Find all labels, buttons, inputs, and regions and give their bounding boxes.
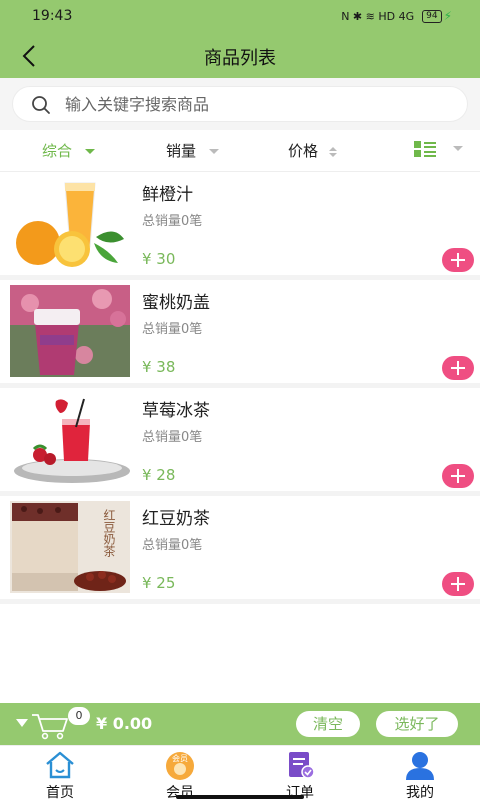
order-icon	[289, 752, 315, 779]
cart-bar: 0 ¥ 0.00 清空 选好了	[0, 703, 480, 745]
search-input[interactable]	[65, 87, 455, 121]
nav-bar: 商品列表	[0, 34, 480, 78]
product-image-orange-juice	[10, 177, 130, 269]
battery-icon: 94	[422, 9, 442, 23]
view-mode-toggle[interactable]	[414, 139, 463, 158]
sort-comprehensive-label: 综合	[42, 142, 73, 160]
caret-down-icon	[84, 149, 95, 154]
search-icon	[32, 96, 50, 114]
search-box[interactable]	[12, 86, 468, 122]
clear-cart-button[interactable]: 清空	[296, 711, 360, 737]
product-sales: 总销量0笔	[142, 430, 203, 445]
status-time: 19:43	[32, 8, 73, 24]
cart-total: ¥ 0.00	[96, 714, 153, 733]
status-icons: N ✱ ≋ HD 4G 94 ⚡	[341, 9, 452, 23]
product-item[interactable]: 草莓冰茶 总销量0笔 ¥ 28	[0, 388, 480, 496]
sort-updown-icon	[328, 146, 337, 157]
product-sales: 总销量0笔	[142, 214, 203, 229]
product-name: 蜜桃奶盖	[142, 293, 210, 313]
shopping-cart-icon[interactable]	[30, 709, 70, 741]
home-indicator	[176, 795, 304, 799]
product-item[interactable]: 鲜橙汁 总销量0笔 ¥ 30	[0, 172, 480, 280]
product-price: ¥ 25	[142, 574, 176, 592]
tab-home-label: 首页	[46, 785, 74, 800]
member-icon-text: 会员	[172, 754, 188, 763]
add-to-cart-button[interactable]	[442, 248, 474, 272]
sort-sales-label: 销量	[166, 142, 197, 160]
page-title: 商品列表	[204, 48, 276, 69]
search-area	[0, 78, 480, 130]
product-list: 鲜橙汁 总销量0笔 ¥ 30 蜜桃奶盖 总销量0笔 ¥ 38 草莓冰茶 总销量0…	[0, 172, 480, 604]
tab-profile-label: 我的	[406, 785, 434, 800]
add-to-cart-button[interactable]	[442, 572, 474, 596]
product-price: ¥ 30	[142, 250, 176, 268]
charging-icon: ⚡	[443, 9, 452, 23]
sort-bar: 综合 销量 价格	[0, 130, 480, 172]
product-price: ¥ 28	[142, 466, 176, 484]
product-name: 草莓冰茶	[142, 401, 210, 421]
status-bar: 19:43 N ✱ ≋ HD 4G 94 ⚡	[0, 0, 480, 34]
home-icon	[46, 751, 74, 779]
product-name: 红豆奶茶	[142, 509, 210, 529]
product-sales: 总销量0笔	[142, 322, 203, 337]
checkout-button[interactable]: 选好了	[376, 711, 458, 737]
tab-home[interactable]: 首页	[20, 750, 100, 800]
status-indicators: N ✱ ≋ HD 4G	[341, 9, 415, 23]
product-image-red-bean-milk-tea: 红豆奶茶	[10, 501, 130, 593]
caret-down-icon	[208, 149, 219, 154]
member-icon: 会员	[163, 750, 197, 780]
product-item[interactable]: 红豆奶茶 红豆奶茶 总销量0笔 ¥ 25	[0, 496, 480, 604]
product-item[interactable]: 蜜桃奶盖 总销量0笔 ¥ 38	[0, 280, 480, 388]
tab-member[interactable]: 会员 会员	[140, 750, 220, 800]
sort-price-label: 价格	[288, 142, 319, 160]
tab-orders[interactable]: 订单	[260, 750, 340, 800]
sort-comprehensive[interactable]: 综合	[42, 140, 95, 161]
cart-count-badge: 0	[68, 707, 90, 725]
add-to-cart-button[interactable]	[442, 464, 474, 488]
cart-expand-icon[interactable]	[16, 719, 28, 727]
add-to-cart-button[interactable]	[442, 356, 474, 380]
product-name: 鲜橙汁	[142, 185, 193, 205]
list-view-icon	[414, 140, 436, 157]
product-image-strawberry-iced-tea	[10, 393, 130, 485]
red-bean-caption: 红豆奶茶	[102, 509, 116, 557]
tab-bar: 首页 会员 会员 订单 我的	[0, 745, 480, 800]
product-sales: 总销量0笔	[142, 538, 203, 553]
caret-down-icon	[452, 146, 463, 151]
sort-sales[interactable]: 销量	[166, 140, 219, 161]
product-image-peach-milk-cap	[10, 285, 130, 377]
tab-profile[interactable]: 我的	[380, 750, 460, 800]
sort-price[interactable]: 价格	[288, 140, 337, 161]
product-price: ¥ 38	[142, 358, 176, 376]
profile-icon	[406, 752, 434, 780]
